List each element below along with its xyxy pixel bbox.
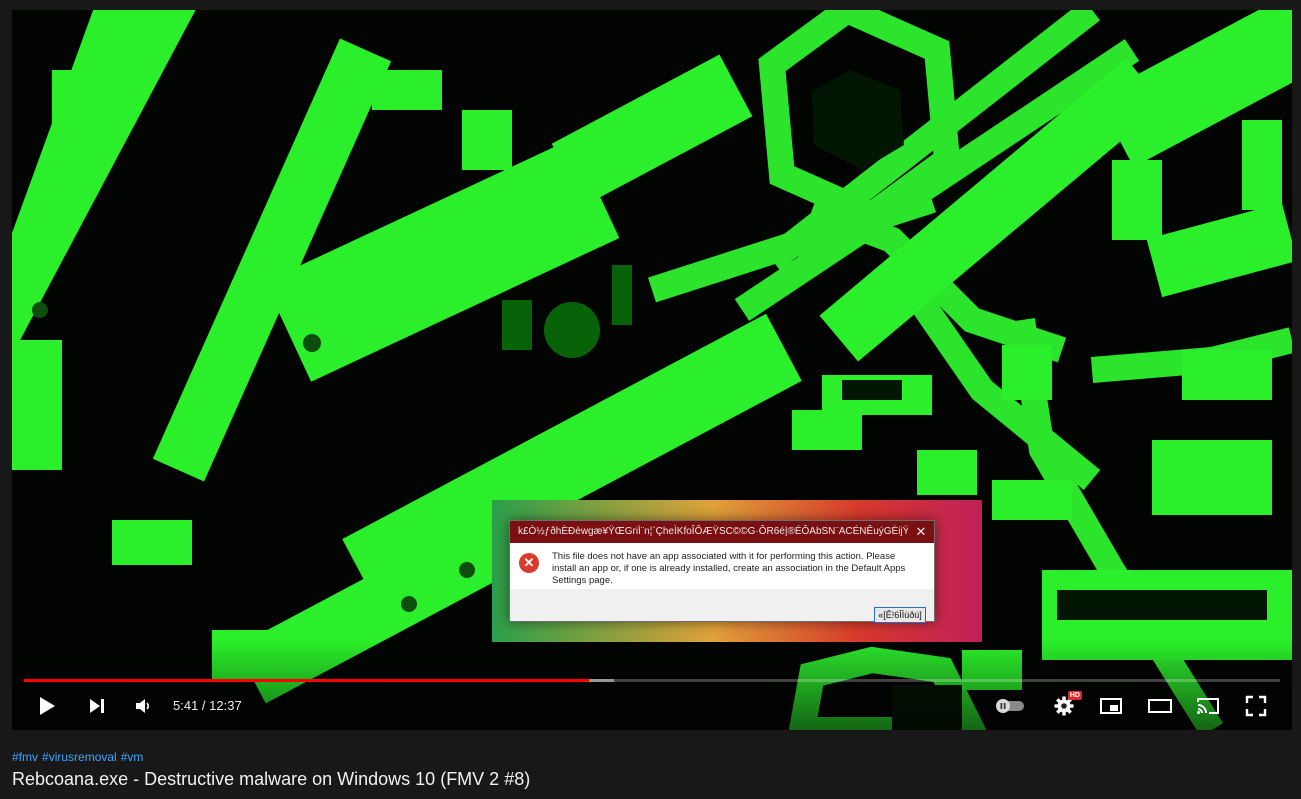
fullscreen-icon [1245,695,1267,717]
video-player[interactable]: k£Ò½ƒðhÈÐèwgæ¥ŸŒGriÌ¨n¦`ÇheÌKfoÎÔÆŸSC©©G… [12,10,1292,730]
theater-mode-button[interactable] [1146,692,1174,720]
cast-icon [1197,698,1219,714]
error-dialog-title: k£Ò½ƒðhÈÐèwgæ¥ŸŒGriÌ¨n¦`ÇheÌKfoÎÔÆŸSC©©G… [518,526,908,537]
progress-bar[interactable] [24,678,1280,683]
next-icon [90,699,104,713]
progress-played [24,679,590,682]
hashtag-link[interactable]: #virusremoval [42,750,117,764]
error-dialog-titlebar: k£Ò½ƒðhÈÐèwgæ¥ŸŒGriÌ¨n¦`ÇheÌKfoÎÔÆŸSC©©G… [510,521,934,543]
autoplay-toggle-icon [996,699,1024,713]
current-time: 5:41 [173,698,199,713]
close-icon: ✕ [915,524,927,539]
error-dialog: k£Ò½ƒðhÈÐèwgæ¥ŸŒGriÌ¨n¦`ÇheÌKfoÎÔÆŸSC©©G… [509,520,935,623]
cast-button[interactable] [1194,692,1222,720]
hashtag-link[interactable]: #fmv [12,750,38,764]
error-icon: ✕ [519,553,539,573]
miniplayer-icon [1100,698,1122,714]
fullscreen-button[interactable] [1242,692,1270,720]
autoplay-toggle[interactable] [992,692,1028,720]
volume-button[interactable] [130,692,156,720]
hashtags: #fmv #virusremoval #vm [12,749,147,765]
hashtag-link[interactable]: #vm [121,750,144,764]
video-title: Rebcoana.exe - Destructive malware on Wi… [12,769,531,789]
error-dialog-message: This file does not have an app associate… [552,551,906,586]
settings-button[interactable]: HD [1050,691,1082,720]
error-dialog-button: «[Ê!6ÎÌùðú] [874,607,926,623]
volume-icon [136,699,150,713]
hd-badge: HD [1067,691,1082,700]
video-frame [12,10,1292,730]
duration: 12:37 [209,698,242,713]
error-dialog-body: ✕ This file does not have an app associa… [510,543,934,589]
play-button[interactable] [34,692,60,720]
time-display: 5:41 / 12:37 [173,696,242,716]
time-separator: / [198,698,210,713]
next-button[interactable] [84,692,110,720]
miniplayer-button[interactable] [1097,692,1125,720]
play-icon [40,697,55,715]
theater-icon [1148,699,1172,713]
